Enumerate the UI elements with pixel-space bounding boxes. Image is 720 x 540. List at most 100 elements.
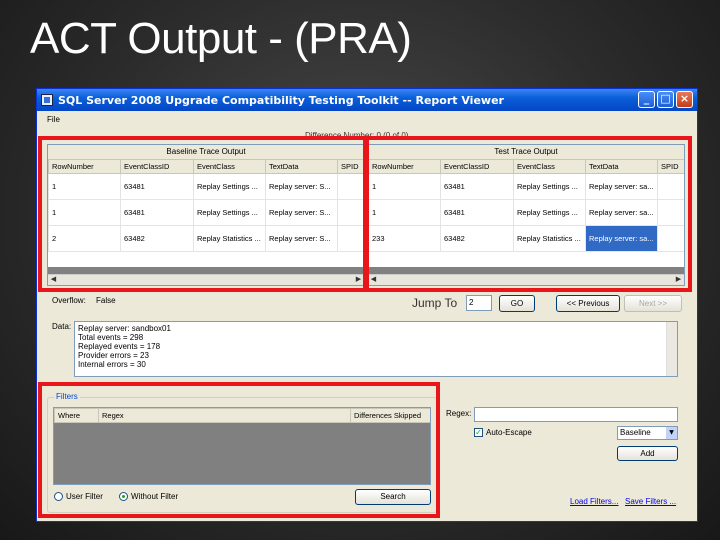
col-spid[interactable]: SPID bbox=[657, 159, 684, 174]
cell[interactable]: 2 bbox=[48, 225, 121, 252]
radio-selected-icon[interactable] bbox=[119, 492, 128, 501]
auto-escape-checkbox[interactable]: ✓ Auto-Escape bbox=[474, 428, 532, 437]
col-spid[interactable]: SPID bbox=[337, 159, 364, 174]
cell[interactable]: 1 bbox=[368, 199, 441, 226]
checkmark-icon[interactable]: ✓ bbox=[474, 428, 483, 437]
col-differences-skipped[interactable]: Differences Skipped bbox=[350, 408, 430, 423]
cell[interactable]: Replay Statistics ... bbox=[513, 225, 586, 252]
test-hscrollbar[interactable]: ◀ ▶ bbox=[368, 274, 684, 285]
minimize-icon[interactable]: _ bbox=[638, 91, 655, 108]
cell[interactable] bbox=[657, 173, 684, 200]
cell[interactable]: Replay Settings ... bbox=[513, 173, 586, 200]
difference-number: Difference Number: 0 (0 of 0) bbox=[305, 131, 409, 140]
cell[interactable]: Replay Settings ... bbox=[193, 173, 266, 200]
col-textdata[interactable]: TextData bbox=[585, 159, 658, 174]
col-textdata[interactable]: TextData bbox=[265, 159, 338, 174]
window-title: SQL Server 2008 Upgrade Compatibility Te… bbox=[58, 93, 504, 107]
scroll-left-icon[interactable]: ◀ bbox=[48, 275, 59, 285]
cell[interactable]: Replay Statistics ... bbox=[193, 225, 266, 252]
target-select[interactable]: Baseline ▼ bbox=[617, 426, 678, 440]
test-columns: RowNumber EventClassID EventClass TextDa… bbox=[368, 159, 684, 174]
baseline-grid[interactable]: Baseline Trace Output RowNumber EventCla… bbox=[47, 144, 365, 286]
cell[interactable]: 63482 bbox=[440, 225, 514, 252]
load-filters-link[interactable]: Load Filters... bbox=[570, 497, 618, 506]
jump-to-input[interactable]: 2 bbox=[466, 295, 492, 311]
table-row[interactable]: 1 63481 Replay Settings ... Replay serve… bbox=[368, 199, 684, 226]
baseline-hscrollbar[interactable]: ◀ ▶ bbox=[48, 274, 364, 285]
slide-title: ACT Output - (PRA) bbox=[30, 14, 412, 63]
cell[interactable] bbox=[337, 173, 364, 200]
scroll-right-icon[interactable]: ▶ bbox=[353, 275, 364, 285]
data-line: Replay server: sandbox01 bbox=[78, 324, 171, 333]
cell[interactable]: 63481 bbox=[440, 173, 514, 200]
cell[interactable]: Replay server: S... bbox=[265, 225, 338, 252]
cell[interactable]: 63482 bbox=[120, 225, 194, 252]
table-row[interactable]: 233 63482 Replay Statistics ... Replay s… bbox=[368, 225, 684, 252]
regex-label: Regex: bbox=[446, 409, 472, 418]
data-line: Replayed events = 178 bbox=[78, 342, 161, 351]
cell[interactable]: 1 bbox=[48, 199, 121, 226]
table-row[interactable]: 1 63481 Replay Settings ... Replay serve… bbox=[368, 173, 684, 200]
table-row[interactable]: 2 63482 Replay Statistics ... Replay ser… bbox=[48, 225, 364, 252]
window-titlebar[interactable]: SQL Server 2008 Upgrade Compatibility Te… bbox=[37, 89, 697, 111]
go-button[interactable]: GO bbox=[499, 295, 535, 312]
menu-file[interactable]: File bbox=[47, 115, 60, 124]
filters-title: Filters bbox=[54, 392, 80, 401]
data-label: Data: bbox=[52, 322, 72, 331]
cell[interactable]: 63481 bbox=[120, 173, 194, 200]
col-where[interactable]: Where bbox=[54, 408, 99, 423]
add-button[interactable]: Add bbox=[617, 446, 678, 461]
cell[interactable]: Replay server: S... bbox=[265, 173, 338, 200]
col-rownumber[interactable]: RowNumber bbox=[48, 159, 121, 174]
data-line: Total events = 298 bbox=[78, 333, 144, 342]
grid-empty-area bbox=[48, 267, 364, 274]
filters-grid[interactable]: Where Regex Differences Skipped bbox=[53, 407, 431, 485]
test-header: Test Trace Output bbox=[368, 145, 684, 159]
table-row[interactable]: 1 63481 Replay Settings ... Replay serve… bbox=[48, 173, 364, 200]
scroll-left-icon[interactable]: ◀ bbox=[368, 275, 379, 285]
col-regex[interactable]: Regex bbox=[98, 408, 351, 423]
cell[interactable] bbox=[657, 199, 684, 226]
cell[interactable]: 63481 bbox=[120, 199, 194, 226]
baseline-columns: RowNumber EventClassID EventClass TextDa… bbox=[48, 159, 364, 174]
cell[interactable]: 1 bbox=[48, 173, 121, 200]
save-filters-link[interactable]: Save Filters ... bbox=[625, 497, 676, 506]
radio-icon[interactable] bbox=[54, 492, 63, 501]
data-vscrollbar[interactable] bbox=[666, 322, 677, 376]
previous-button[interactable]: << Previous bbox=[556, 295, 620, 312]
without-filter-radio[interactable]: Without Filter bbox=[119, 492, 178, 501]
col-eventclassid[interactable]: EventClassID bbox=[440, 159, 514, 174]
data-line: Provider errors = 23 bbox=[78, 351, 149, 360]
jump-to-label: Jump To bbox=[412, 296, 458, 310]
chevron-down-icon[interactable]: ▼ bbox=[666, 427, 677, 439]
report-viewer-window: SQL Server 2008 Upgrade Compatibility Te… bbox=[36, 88, 698, 522]
cell[interactable]: 63481 bbox=[440, 199, 514, 226]
next-button[interactable]: Next >> bbox=[624, 295, 682, 312]
cell[interactable]: Replay server: sa... bbox=[585, 199, 658, 226]
cell[interactable]: Replay Settings ... bbox=[193, 199, 266, 226]
cell[interactable]: Replay server: sa... bbox=[585, 173, 658, 200]
cell[interactable] bbox=[337, 225, 364, 252]
cell[interactable]: 233 bbox=[368, 225, 441, 252]
col-eventclassid[interactable]: EventClassID bbox=[120, 159, 194, 174]
col-eventclass[interactable]: EventClass bbox=[513, 159, 586, 174]
cell[interactable]: Replay server: S... bbox=[265, 199, 338, 226]
maximize-icon[interactable]: □ bbox=[657, 91, 674, 108]
close-icon[interactable]: × bbox=[676, 91, 693, 108]
scroll-right-icon[interactable]: ▶ bbox=[673, 275, 684, 285]
user-filter-radio[interactable]: User Filter bbox=[54, 492, 103, 501]
cell[interactable]: 1 bbox=[368, 173, 441, 200]
col-rownumber[interactable]: RowNumber bbox=[368, 159, 441, 174]
cell[interactable] bbox=[657, 225, 684, 252]
col-eventclass[interactable]: EventClass bbox=[193, 159, 266, 174]
regex-input[interactable] bbox=[474, 407, 678, 422]
selected-cell[interactable]: Replay server: sa... bbox=[585, 225, 658, 252]
data-textarea[interactable]: Replay server: sandbox01 Total events = … bbox=[74, 321, 678, 377]
cell[interactable]: Replay Settings ... bbox=[513, 199, 586, 226]
search-button[interactable]: Search bbox=[355, 489, 431, 505]
data-line: Internal errors = 30 bbox=[78, 360, 146, 369]
auto-escape-label: Auto-Escape bbox=[486, 428, 532, 437]
cell[interactable] bbox=[337, 199, 364, 226]
table-row[interactable]: 1 63481 Replay Settings ... Replay serve… bbox=[48, 199, 364, 226]
test-grid[interactable]: Test Trace Output RowNumber EventClassID… bbox=[367, 144, 685, 286]
